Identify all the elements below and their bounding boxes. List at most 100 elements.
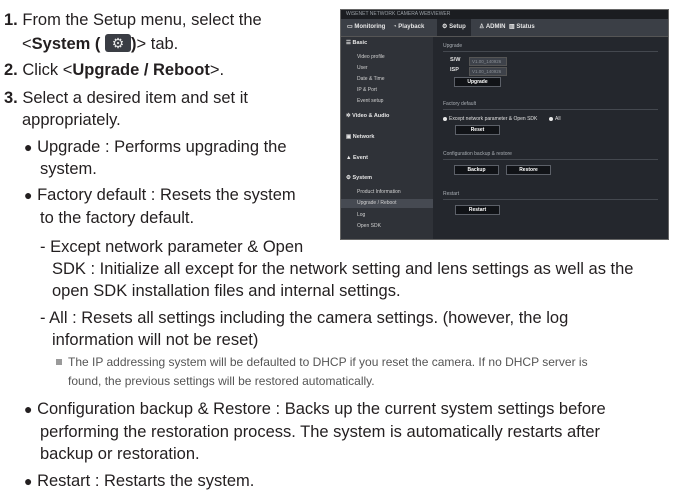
sidebar-group-network[interactable]: ▣ Network <box>346 134 438 140</box>
tab-label: Monitoring <box>354 24 386 30</box>
basic-icon: ☰ <box>346 40 351 46</box>
step-number: 3. <box>4 89 18 107</box>
note-square-icon <box>56 358 62 365</box>
tab-monitoring[interactable]: ▭ Monitoring <box>347 19 385 36</box>
bullet-factory-cont: to the factory default. <box>40 209 195 227</box>
status-icon: ▥ <box>509 24 515 30</box>
bullet-backup-line-3: backup or restoration. <box>40 445 200 463</box>
tab-status[interactable]: ▥ Status <box>509 19 535 36</box>
bullet-backup: ● Configuration backup & Restore : Backs… <box>24 398 606 420</box>
tab-admin[interactable]: ♙ ADMIN <box>479 19 506 36</box>
video-icon: ✲ <box>346 113 351 119</box>
bullet-upgrade-cont: system. <box>40 160 97 178</box>
event-icon: ▲ <box>346 155 352 161</box>
sidebar-group-basic[interactable]: ☰ Basic <box>346 40 438 46</box>
bullet-text: Factory default : Resets the system <box>37 186 296 204</box>
sidebar-group-label: System <box>352 175 373 181</box>
step-text: < <box>22 35 32 53</box>
sw-label: S/W <box>450 57 461 63</box>
bullet-icon: ● <box>24 473 33 489</box>
sidebar-group-label: Basic <box>352 40 368 46</box>
monitor-icon: ▭ <box>347 24 353 30</box>
sidebar-group-system[interactable]: ⚙ System <box>346 175 438 181</box>
tab-setup[interactable]: ⚙ Setup <box>437 19 471 36</box>
gear-icon: ⚙ <box>105 33 132 52</box>
note-line-2: found, the previous settings will be res… <box>68 374 375 388</box>
app-title: WiSENET NETWORK CAMERA WEBVIEWER <box>341 10 668 19</box>
except-network-radio[interactable]: Except network parameter & Open SDK <box>443 116 537 122</box>
except-network-line-3: open SDK installation files and internal… <box>52 282 401 300</box>
all-line-1: - All : Resets all settings including th… <box>40 309 569 327</box>
divider <box>443 159 658 160</box>
top-tab-bar: ▭ Monitoring ◔ Playback ⚙ Setup ♙ ADMIN … <box>341 19 668 37</box>
tab-label: Playback <box>398 24 425 30</box>
except-network-line-2: SDK : Initialize all except for the netw… <box>52 260 634 278</box>
setup-sidebar: ☰ Basic Video profile User Date & Time I… <box>341 37 433 239</box>
tab-playback[interactable]: ◔ Playback <box>393 19 424 36</box>
radio-icon <box>549 116 553 121</box>
bullet-text: Configuration backup & Restore : Backs u… <box>37 400 606 418</box>
note-line-1: The IP addressing system will be default… <box>56 353 588 371</box>
step-2: 2. Click <Upgrade / Reboot>. <box>4 59 224 81</box>
sw-version-field: V1.00_140926 <box>469 57 507 66</box>
sidebar-group-label: Event <box>352 155 368 161</box>
note-text: The IP addressing system will be default… <box>68 355 588 369</box>
step-text: >. <box>209 61 225 79</box>
bullet-restart: ● Restart : Restarts the system. <box>24 470 254 492</box>
restart-button[interactable]: Restart <box>455 205 500 215</box>
system-tab-label: System ( <box>31 35 101 53</box>
upgrade-section-title: Upgrade <box>443 43 463 49</box>
user-icon: ♙ <box>479 24 485 30</box>
sidebar-item-upgrade-reboot[interactable]: Upgrade / Reboot <box>341 199 433 208</box>
sidebar-group-label: Network <box>352 134 375 140</box>
sidebar-group-event[interactable]: ▲ Event <box>346 155 438 161</box>
radio-icon <box>443 116 447 121</box>
backup-button[interactable]: Backup <box>454 165 499 175</box>
gear-icon: ⚙ <box>346 175 351 181</box>
tab-label: Status <box>516 24 535 30</box>
backup-restore-section-title: Configuration backup & restore <box>443 151 512 157</box>
bullet-upgrade: ● Upgrade : Performs upgrading the <box>24 136 287 158</box>
step-text: Click < <box>22 61 73 79</box>
network-icon: ▣ <box>346 134 352 140</box>
divider <box>443 51 658 52</box>
divider <box>443 199 658 200</box>
sidebar-group-video-audio[interactable]: ✲ Video & Audio <box>346 113 438 119</box>
bullet-icon: ● <box>24 187 33 203</box>
upgrade-reboot-label: Upgrade / Reboot <box>72 61 210 79</box>
divider <box>443 109 658 110</box>
step-text: > tab. <box>136 35 179 53</box>
step-number: 1. <box>4 11 18 29</box>
gear-icon: ⚙ <box>442 24 448 30</box>
reset-button[interactable]: Reset <box>455 125 500 135</box>
bullet-text: Upgrade : Performs upgrading the <box>37 138 287 156</box>
restart-section-title: Restart <box>443 191 460 197</box>
except-network-line-1: - Except network parameter & Open <box>40 238 304 256</box>
radio-label: All <box>555 116 561 122</box>
radio-label: Except network parameter & Open SDK <box>449 116 538 122</box>
all-radio[interactable]: All <box>549 116 561 122</box>
all-line-2: information will not be reset) <box>52 331 259 349</box>
bullet-backup-line-2: performing the restoration process. The … <box>40 423 601 441</box>
sidebar-group-label: Video & Audio <box>352 113 390 119</box>
isp-label: ISP <box>450 67 459 73</box>
bullet-icon: ● <box>24 401 33 417</box>
webviewer-screenshot: WiSENET NETWORK CAMERA WEBVIEWER ▭ Monit… <box>340 9 669 240</box>
bullet-icon: ● <box>24 139 33 155</box>
step-text: From the Setup menu, select the <box>22 11 262 29</box>
isp-version-field: V1.00_140926 <box>469 67 507 76</box>
restore-button[interactable]: Restore <box>506 165 551 175</box>
factory-default-section-title: Factory default <box>443 101 477 107</box>
step-3: 3. Select a desired item and set it <box>4 87 248 109</box>
step-1-line-2: <System ( ⚙)> tab. <box>22 33 178 55</box>
step-1: 1. From the Setup menu, select the <box>4 9 262 31</box>
upgrade-button[interactable]: Upgrade <box>454 77 501 87</box>
step-3-line-2: appropriately. <box>22 111 121 129</box>
bullet-factory: ● Factory default : Resets the system <box>24 184 296 206</box>
playback-icon: ◔ <box>393 24 397 30</box>
step-number: 2. <box>4 61 18 79</box>
tab-label: ADMIN <box>485 24 506 30</box>
tab-label: Setup <box>449 24 466 30</box>
step-text: Select a desired item and set it <box>22 89 248 107</box>
bullet-text: Restart : Restarts the system. <box>37 472 255 490</box>
